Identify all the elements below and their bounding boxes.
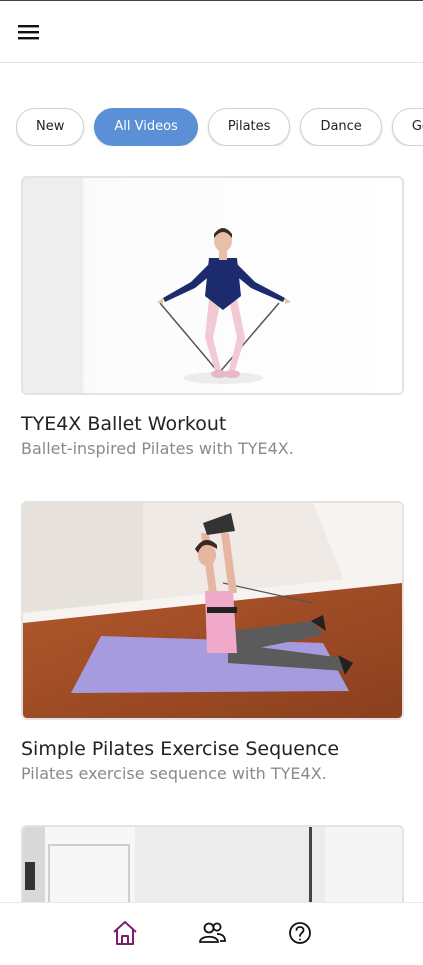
app-header bbox=[0, 1, 423, 63]
video-thumbnail[interactable] bbox=[21, 176, 404, 395]
video-subtitle: Pilates exercise sequence with TYE4X. bbox=[21, 764, 327, 783]
filter-chips: NewAll VideosPilatesDance Golf bbox=[16, 108, 423, 146]
home-icon[interactable] bbox=[111, 919, 139, 947]
help-circle-icon[interactable] bbox=[286, 919, 314, 947]
filter-chip-all-videos[interactable]: All Videos bbox=[94, 108, 198, 146]
video-title[interactable]: TYE4X Ballet Workout bbox=[21, 412, 404, 436]
hamburger-menu-icon[interactable] bbox=[18, 23, 40, 41]
video-title[interactable]: Simple Pilates Exercise Sequence bbox=[21, 737, 404, 761]
filter-chip-dance[interactable]: Dance bbox=[300, 108, 382, 146]
bottom-navigation bbox=[0, 902, 423, 965]
video-thumbnail[interactable] bbox=[21, 501, 404, 720]
video-card[interactable]: Simple Pilates Exercise Sequence Pilates… bbox=[21, 501, 404, 785]
filter-chip-pilates[interactable]: Pilates bbox=[207, 108, 291, 146]
video-card[interactable]: TYE4X Ballet Workout Ballet-inspired Pil… bbox=[21, 176, 404, 460]
filter-chip-golf[interactable]: Golf bbox=[391, 108, 423, 146]
video-subtitle: Ballet-inspired Pilates with TYE4X. bbox=[21, 439, 294, 458]
filter-chip-new[interactable]: New bbox=[16, 108, 85, 146]
users-icon[interactable] bbox=[198, 919, 226, 947]
